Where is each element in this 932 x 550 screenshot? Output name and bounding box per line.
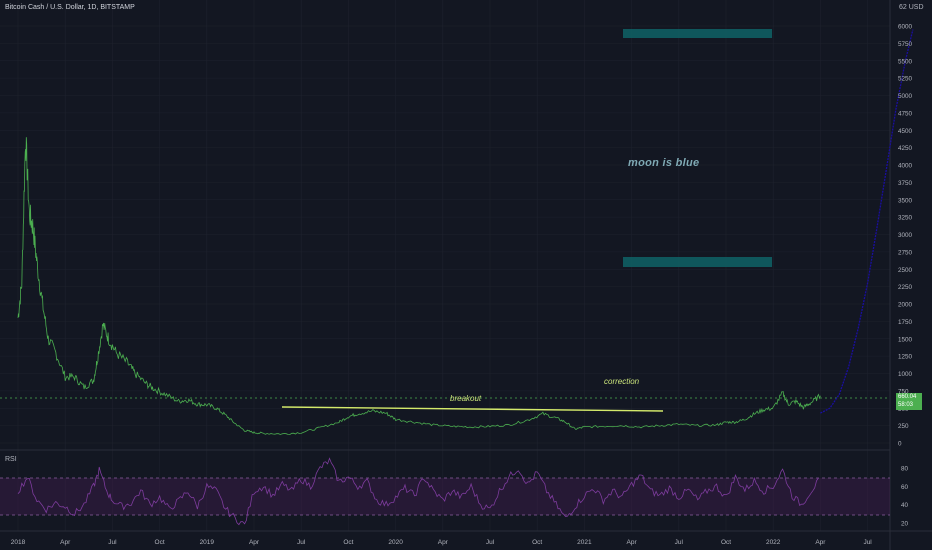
rsi-tick-label: 60 — [901, 484, 909, 491]
symbol-title: Bitcoin Cash / U.S. Dollar, 1D, BITSTAMP — [5, 4, 135, 11]
price-tick-label: 3000 — [898, 232, 913, 239]
time-tick-label: 2020 — [388, 539, 403, 546]
time-tick-label: Jul — [297, 539, 306, 546]
target-box-mid[interactable] — [623, 257, 772, 267]
time-tick-label: 2021 — [577, 539, 592, 546]
price-tick-label: 5250 — [898, 76, 913, 83]
time-tick-label: Jul — [863, 539, 872, 546]
time-tick-label: Jul — [486, 539, 495, 546]
last-price-value: 660.04 — [898, 394, 917, 400]
note-correction[interactable]: correction — [604, 377, 639, 386]
price-tick-label: 2000 — [898, 302, 913, 309]
time-tick-label: 2018 — [11, 539, 26, 546]
price-tick-label: 4750 — [898, 110, 913, 117]
price-tick-label: 0 — [898, 441, 902, 448]
price-tick-label: 3750 — [898, 180, 913, 187]
price-tick-label: 1000 — [898, 371, 913, 378]
time-tick-label: Apr — [627, 539, 638, 546]
rsi-tick-label: 40 — [901, 502, 909, 509]
price-tick-label: 4500 — [898, 128, 913, 135]
time-tick-label: Oct — [155, 539, 165, 546]
rsi-tick-label: 20 — [901, 521, 909, 528]
time-tick-label: Apr — [815, 539, 826, 546]
price-tick-label: 5500 — [898, 58, 913, 65]
time-tick-label: Apr — [438, 539, 449, 546]
time-tick-label: Jul — [108, 539, 117, 546]
note-breakout[interactable]: breakout — [450, 394, 481, 403]
rsi-pane-label: RSI — [5, 456, 17, 463]
price-tick-label: 250 — [898, 423, 909, 430]
price-tick-label: 5750 — [898, 41, 913, 48]
currency-code: USD — [908, 4, 924, 11]
time-tick-label: Oct — [721, 539, 731, 546]
currency-label: 62 USD — [899, 4, 924, 11]
price-tick-label: 2500 — [898, 267, 913, 274]
price-tick-label: 4000 — [898, 163, 913, 170]
price-tick-label: 2750 — [898, 249, 913, 256]
time-tick-label: Jul — [675, 539, 684, 546]
price-tick-label: 2250 — [898, 284, 913, 291]
time-tick-label: Oct — [532, 539, 542, 546]
price-tick-label: 1750 — [898, 319, 913, 326]
currency-prefix: 62 — [899, 4, 907, 11]
time-tick-label: Apr — [60, 539, 71, 546]
note-moon[interactable]: moon is blue — [628, 157, 699, 169]
time-tick-label: Apr — [249, 539, 260, 546]
chart-canvas: 6000 5750 5500 5250 5000 4750 4500 4250 4000 3750… — [0, 0, 932, 550]
last-price-sub: 58:03 — [898, 402, 914, 408]
price-tick-label: 3250 — [898, 215, 913, 222]
time-tick-label: Oct — [343, 539, 353, 546]
price-tick-label: 1250 — [898, 354, 913, 361]
target-box-top[interactable] — [623, 29, 772, 38]
rsi-tick-label: 80 — [901, 466, 909, 473]
price-tick-label: 4250 — [898, 145, 913, 152]
time-tick-label: 2019 — [200, 539, 215, 546]
price-tick-label: 6000 — [898, 24, 913, 31]
time-tick-label: 2022 — [766, 539, 781, 546]
price-tick-label: 3500 — [898, 197, 913, 204]
price-tick-label: 1500 — [898, 336, 913, 343]
last-price-badge: 660.04 58:03 — [896, 393, 922, 410]
price-tick-label: 5000 — [898, 93, 913, 100]
